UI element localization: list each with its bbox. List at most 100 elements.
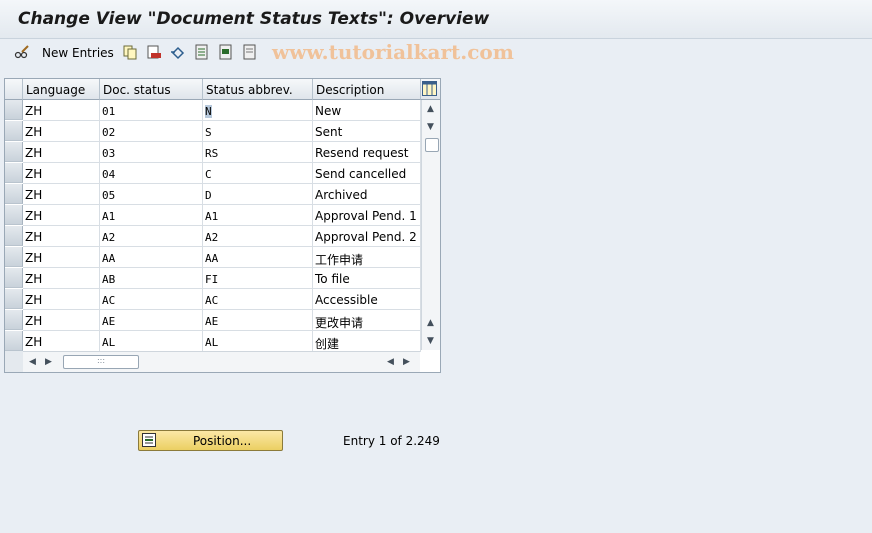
row-selector[interactable] xyxy=(5,331,23,351)
status-abbrev-cell[interactable]: FI xyxy=(203,268,313,289)
status-abbrev-cell-text: A1 xyxy=(205,210,219,223)
description-cell-text: Sent xyxy=(315,125,343,139)
status-abbrev-cell[interactable]: A2 xyxy=(203,226,313,247)
description-cell-text: 创建 xyxy=(315,337,340,351)
column-header-language[interactable]: Language xyxy=(23,79,100,100)
row-selector[interactable] xyxy=(5,310,23,330)
doc-status-cell-text: AE xyxy=(102,315,116,328)
language-cell: ZH xyxy=(23,100,100,121)
new-entries-button[interactable]: New Entries xyxy=(42,46,114,60)
row-selector[interactable] xyxy=(5,226,23,246)
select-all-icon[interactable] xyxy=(194,44,210,60)
doc-status-cell-text: A1 xyxy=(102,210,116,223)
status-abbrev-cell[interactable]: AL xyxy=(203,331,313,352)
status-abbrev-cell-text: S xyxy=(205,126,212,139)
undo-icon[interactable] xyxy=(170,44,186,60)
select-all-rows-cell[interactable] xyxy=(5,79,23,100)
column-header-description[interactable]: Description xyxy=(313,79,421,100)
status-abbrev-cell[interactable]: A1 xyxy=(203,205,313,226)
description-cell-text: Send cancelled xyxy=(315,167,407,181)
status-abbrev-cell[interactable]: RS xyxy=(203,142,313,163)
deselect-all-icon[interactable] xyxy=(242,44,258,60)
doc-status-cell: 05 xyxy=(100,184,203,205)
scroll-page-left-icon[interactable]: ◀ xyxy=(387,357,394,367)
scroll-page-down-icon[interactable]: ▼ xyxy=(427,336,434,346)
language-cell: ZH xyxy=(23,331,100,352)
pencil-glasses-icon[interactable] xyxy=(14,44,30,60)
status-abbrev-cell-text: AL xyxy=(205,336,219,349)
language-cell-text: ZH xyxy=(25,230,43,244)
language-cell-text: ZH xyxy=(25,272,43,286)
language-cell-text: ZH xyxy=(25,188,43,202)
status-abbrev-cell[interactable]: AA xyxy=(203,247,313,268)
doc-status-cell-text: A2 xyxy=(102,231,116,244)
delete-icon[interactable] xyxy=(146,44,162,60)
scroll-page-up-icon[interactable]: ▲ xyxy=(427,318,434,328)
column-settings-button[interactable] xyxy=(421,79,440,100)
horizontal-scrollbar[interactable]: ◀ ▶ ::: ◀ ▶ xyxy=(23,351,420,372)
row-selector[interactable] xyxy=(5,247,23,267)
row-selector[interactable] xyxy=(5,163,23,183)
position-icon xyxy=(142,433,156,447)
doc-status-cell: 03 xyxy=(100,142,203,163)
doc-status-cell: AL xyxy=(100,331,203,352)
status-abbrev-cell-text: FI xyxy=(205,273,219,286)
row-selector[interactable] xyxy=(5,205,23,225)
description-cell: New xyxy=(313,100,421,121)
entry-counter: Entry 1 of 2.249 xyxy=(343,434,440,448)
language-cell-text: ZH xyxy=(25,104,43,118)
horizontal-scroll-thumb[interactable]: ::: xyxy=(63,355,139,369)
description-cell-text: Archived xyxy=(315,188,368,202)
vertical-scrollbar[interactable]: ▲ ▼ ▲ ▼ xyxy=(421,100,440,350)
scroll-left-icon[interactable]: ◀ xyxy=(29,357,36,367)
scroll-right-icon[interactable]: ▶ xyxy=(45,357,52,367)
row-selector[interactable] xyxy=(5,142,23,162)
doc-status-cell-text: 01 xyxy=(102,105,116,118)
application-toolbar: New Entries www.tutorialkart.com xyxy=(0,39,872,67)
copy-icon[interactable] xyxy=(122,44,138,60)
status-abbrev-cell[interactable]: AE xyxy=(203,310,313,331)
description-cell-text: Approval Pend. 2 xyxy=(315,230,417,244)
status-abbrev-cell[interactable]: C xyxy=(203,163,313,184)
language-cell-text: ZH xyxy=(25,335,43,349)
table-control: Language Doc. status Status abbrev. Desc… xyxy=(4,78,441,373)
row-selector[interactable] xyxy=(5,121,23,141)
doc-status-cell: AB xyxy=(100,268,203,289)
description-cell-text: Accessible xyxy=(315,293,378,307)
scroll-page-right-icon[interactable]: ▶ xyxy=(403,357,410,367)
vertical-scroll-thumb[interactable] xyxy=(425,138,439,152)
row-selector[interactable] xyxy=(5,100,23,120)
column-header-doc-status[interactable]: Doc. status xyxy=(100,79,203,100)
status-abbrev-cell-text: A2 xyxy=(205,231,219,244)
status-abbrev-cell[interactable]: AC xyxy=(203,289,313,310)
column-header-status-abbrev[interactable]: Status abbrev. xyxy=(203,79,313,100)
description-cell: Send cancelled xyxy=(313,163,421,184)
language-cell-text: ZH xyxy=(25,293,43,307)
language-cell: ZH xyxy=(23,247,100,268)
language-cell: ZH xyxy=(23,142,100,163)
doc-status-cell: AE xyxy=(100,310,203,331)
description-cell: To file xyxy=(313,268,421,289)
description-cell: Resend request xyxy=(313,142,421,163)
language-cell: ZH xyxy=(23,226,100,247)
language-cell: ZH xyxy=(23,205,100,226)
row-selector[interactable] xyxy=(5,184,23,204)
status-abbrev-cell[interactable]: D xyxy=(203,184,313,205)
scroll-down-icon[interactable]: ▼ xyxy=(427,122,434,132)
doc-status-cell: 04 xyxy=(100,163,203,184)
language-cell-text: ZH xyxy=(25,125,43,139)
select-block-icon[interactable] xyxy=(218,44,234,60)
row-selector[interactable] xyxy=(5,289,23,309)
description-cell: Approval Pend. 1 xyxy=(313,205,421,226)
doc-status-cell: AA xyxy=(100,247,203,268)
description-cell-text: 工作申请 xyxy=(315,253,364,267)
row-selector[interactable] xyxy=(5,268,23,288)
position-button[interactable]: Position... xyxy=(138,430,283,451)
description-cell: Accessible xyxy=(313,289,421,310)
doc-status-cell-text: 05 xyxy=(102,189,116,202)
status-abbrev-cell[interactable]: S xyxy=(203,121,313,142)
description-cell: 创建 xyxy=(313,331,421,352)
scroll-up-icon[interactable]: ▲ xyxy=(427,104,434,114)
description-cell-text: To file xyxy=(315,272,350,286)
status-abbrev-cell[interactable]: N xyxy=(203,100,313,121)
